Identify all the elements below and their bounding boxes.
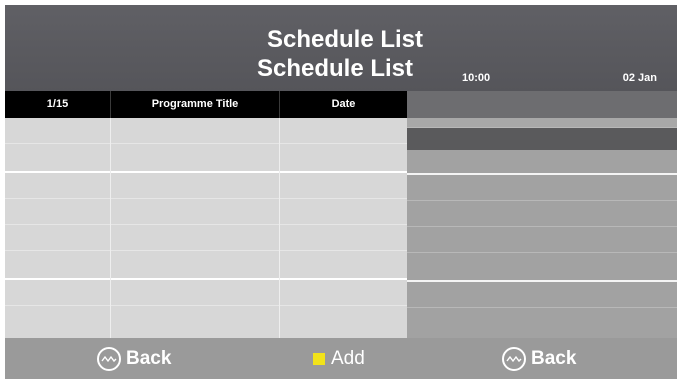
- tv-screen: Schedule List Schedule List 10:00 02 Jan…: [5, 5, 677, 379]
- page-title: Schedule List: [266, 26, 424, 53]
- header: Schedule List Schedule List 10:00 02 Jan: [5, 5, 677, 91]
- back-button-label: Back: [531, 348, 577, 369]
- detail-row: [407, 253, 677, 282]
- column-divider: [279, 118, 280, 338]
- back-button-label: Back: [126, 348, 172, 369]
- detail-row: [407, 308, 677, 338]
- add-button-label: Add: [331, 348, 365, 369]
- list-row[interactable]: [5, 251, 407, 280]
- list-row[interactable]: [5, 280, 407, 306]
- detail-row-highlight: [407, 128, 677, 150]
- add-button[interactable]: Add: [313, 346, 365, 372]
- detail-header: [407, 91, 677, 118]
- column-header-date: Date: [331, 98, 356, 110]
- detail-row: [407, 175, 677, 201]
- column-header-row: 1/15 Programme Title Date: [5, 91, 407, 118]
- yellow-key-icon: [313, 353, 325, 365]
- detail-row: [407, 227, 677, 253]
- back-key-icon: [502, 347, 526, 371]
- current-date: 02 Jan: [622, 72, 657, 84]
- detail-row: [407, 118, 677, 128]
- back-button-left[interactable]: Back: [97, 346, 171, 372]
- page-indicator: 1/15: [46, 98, 69, 110]
- detail-row: [407, 201, 677, 227]
- detail-panel: [407, 118, 677, 338]
- list-row[interactable]: [5, 306, 407, 338]
- column-divider: [110, 118, 111, 338]
- schedule-list[interactable]: [5, 118, 407, 338]
- current-time: 10:00: [462, 72, 491, 84]
- back-button-right[interactable]: Back: [502, 346, 576, 372]
- list-row[interactable]: [5, 118, 407, 144]
- list-row[interactable]: [5, 144, 407, 173]
- page-subtitle: Schedule List: [256, 55, 414, 82]
- footer-bar: Back Add Back: [5, 338, 677, 379]
- list-row[interactable]: [5, 199, 407, 225]
- column-header-programme-title: Programme Title: [151, 98, 239, 110]
- back-key-icon: [97, 347, 121, 371]
- detail-row: [407, 150, 677, 175]
- detail-row: [407, 282, 677, 308]
- list-row[interactable]: [5, 173, 407, 199]
- list-row[interactable]: [5, 225, 407, 251]
